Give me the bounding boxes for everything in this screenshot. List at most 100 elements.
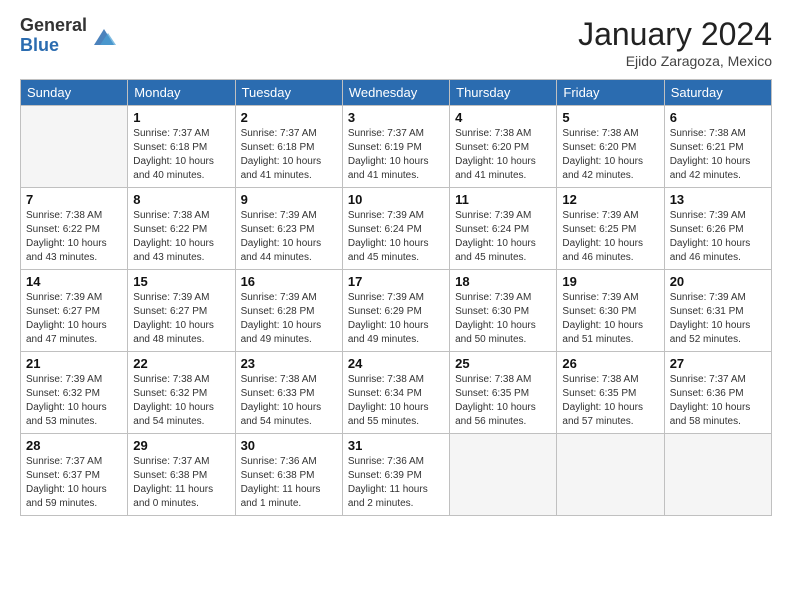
day-info: Sunrise: 7:39 AMSunset: 6:27 PMDaylight:… <box>26 291 122 347</box>
day-number: 12 <box>562 192 658 207</box>
day-info: Sunrise: 7:38 AMSunset: 6:20 PMDaylight:… <box>562 127 658 183</box>
calendar-cell <box>664 434 771 516</box>
day-info: Sunrise: 7:38 AMSunset: 6:22 PMDaylight:… <box>133 209 229 265</box>
day-info: Sunrise: 7:38 AMSunset: 6:35 PMDaylight:… <box>455 373 551 429</box>
day-number: 25 <box>455 356 551 371</box>
day-number: 30 <box>241 438 337 453</box>
weekday-header-saturday: Saturday <box>664 80 771 106</box>
day-number: 23 <box>241 356 337 371</box>
logo-icon <box>90 23 118 51</box>
calendar-cell: 19 Sunrise: 7:39 AMSunset: 6:30 PMDayligh… <box>557 270 664 352</box>
weekday-header-friday: Friday <box>557 80 664 106</box>
day-info: Sunrise: 7:37 AMSunset: 6:18 PMDaylight:… <box>241 127 337 183</box>
weekday-header-thursday: Thursday <box>450 80 557 106</box>
logo-blue-text: Blue <box>20 36 87 56</box>
day-info: Sunrise: 7:38 AMSunset: 6:20 PMDaylight:… <box>455 127 551 183</box>
calendar-cell: 29Sunrise: 7:37 AMSunset: 6:38 PMDayligh… <box>128 434 235 516</box>
calendar-cell: 20 Sunrise: 7:39 AMSunset: 6:31 PMDayligh… <box>664 270 771 352</box>
day-info: Sunrise: 7:38 AMSunset: 6:21 PMDaylight:… <box>670 127 766 183</box>
day-number: 10 <box>348 192 444 207</box>
calendar-cell: 30Sunrise: 7:36 AMSunset: 6:38 PMDayligh… <box>235 434 342 516</box>
day-info: Sunrise: 7:39 AMSunset: 6:30 PMDaylight:… <box>562 291 658 347</box>
day-info: Sunrise: 7:38 AMSunset: 6:35 PMDaylight:… <box>562 373 658 429</box>
day-number: 31 <box>348 438 444 453</box>
month-title: January 2024 <box>578 16 772 53</box>
calendar-cell <box>21 106 128 188</box>
day-number: 17 <box>348 274 444 289</box>
calendar-cell: 18 Sunrise: 7:39 AMSunset: 6:30 PMDayligh… <box>450 270 557 352</box>
calendar-cell: 26Sunrise: 7:38 AMSunset: 6:35 PMDayligh… <box>557 352 664 434</box>
calendar-cell: 11 Sunrise: 7:39 AMSunset: 6:24 PMDayligh… <box>450 188 557 270</box>
header: General Blue January 2024 Ejido Zaragoza… <box>20 16 772 69</box>
day-number: 24 <box>348 356 444 371</box>
calendar-table: SundayMondayTuesdayWednesdayThursdayFrid… <box>20 79 772 516</box>
calendar-cell: 3Sunrise: 7:37 AMSunset: 6:19 PMDaylight… <box>342 106 449 188</box>
day-number: 18 <box>455 274 551 289</box>
calendar-week-4: 21Sunrise: 7:39 AMSunset: 6:32 PMDayligh… <box>21 352 772 434</box>
logo: General Blue <box>20 16 118 56</box>
calendar-cell: 7Sunrise: 7:38 AMSunset: 6:22 PMDaylight… <box>21 188 128 270</box>
day-info: Sunrise: 7:37 AMSunset: 6:18 PMDaylight:… <box>133 127 229 183</box>
calendar-cell: 14 Sunrise: 7:39 AMSunset: 6:27 PMDayligh… <box>21 270 128 352</box>
day-info: Sunrise: 7:39 AMSunset: 6:29 PMDaylight:… <box>348 291 444 347</box>
calendar-cell: 31 Sunrise: 7:36 AMSunset: 6:39 PMDayligh… <box>342 434 449 516</box>
calendar-cell: 25 Sunrise: 7:38 AMSunset: 6:35 PMDayligh… <box>450 352 557 434</box>
day-info: Sunrise: 7:39 AMSunset: 6:30 PMDaylight:… <box>455 291 551 347</box>
day-info: Sunrise: 7:37 AMSunset: 6:36 PMDaylight:… <box>670 373 766 429</box>
day-number: 5 <box>562 110 658 125</box>
day-number: 9 <box>241 192 337 207</box>
day-number: 16 <box>241 274 337 289</box>
day-info: Sunrise: 7:38 AMSunset: 6:32 PMDaylight:… <box>133 373 229 429</box>
calendar-cell: 2 Sunrise: 7:37 AMSunset: 6:18 PMDaylight… <box>235 106 342 188</box>
day-number: 27 <box>670 356 766 371</box>
calendar-cell: 13Sunrise: 7:39 AMSunset: 6:26 PMDayligh… <box>664 188 771 270</box>
day-number: 8 <box>133 192 229 207</box>
day-info: Sunrise: 7:39 AMSunset: 6:24 PMDaylight:… <box>348 209 444 265</box>
weekday-header-tuesday: Tuesday <box>235 80 342 106</box>
day-number: 20 <box>670 274 766 289</box>
location: Ejido Zaragoza, Mexico <box>578 53 772 69</box>
day-info: Sunrise: 7:37 AMSunset: 6:38 PMDaylight:… <box>133 455 229 511</box>
calendar-cell: 12Sunrise: 7:39 AMSunset: 6:25 PMDayligh… <box>557 188 664 270</box>
title-block: January 2024 Ejido Zaragoza, Mexico <box>578 16 772 69</box>
day-info: Sunrise: 7:38 AMSunset: 6:34 PMDaylight:… <box>348 373 444 429</box>
day-info: Sunrise: 7:37 AMSunset: 6:19 PMDaylight:… <box>348 127 444 183</box>
day-number: 4 <box>455 110 551 125</box>
day-info: Sunrise: 7:39 AMSunset: 6:28 PMDaylight:… <box>241 291 337 347</box>
day-number: 15 <box>133 274 229 289</box>
calendar-week-2: 7 Sunrise: 7:38 AMSunset: 6:22 PMDaylight… <box>21 188 772 270</box>
day-info: Sunrise: 7:38 AMSunset: 6:33 PMDaylight:… <box>241 373 337 429</box>
day-number: 7 <box>26 192 122 207</box>
calendar-cell: 4 Sunrise: 7:38 AMSunset: 6:20 PMDaylight… <box>450 106 557 188</box>
day-number: 6 <box>670 110 766 125</box>
calendar-cell: 23 Sunrise: 7:38 AMSunset: 6:33 PMDayligh… <box>235 352 342 434</box>
calendar-cell <box>557 434 664 516</box>
day-number: 14 <box>26 274 122 289</box>
calendar-cell: 9Sunrise: 7:39 AMSunset: 6:23 PMDaylight… <box>235 188 342 270</box>
day-info: Sunrise: 7:39 AMSunset: 6:24 PMDaylight:… <box>455 209 551 265</box>
calendar-week-1: 1 Sunrise: 7:37 AMSunset: 6:18 PMDaylight… <box>21 106 772 188</box>
weekday-header-wednesday: Wednesday <box>342 80 449 106</box>
calendar-cell: 1 Sunrise: 7:37 AMSunset: 6:18 PMDaylight… <box>128 106 235 188</box>
calendar-cell: 28Sunrise: 7:37 AMSunset: 6:37 PMDayligh… <box>21 434 128 516</box>
weekday-header-monday: Monday <box>128 80 235 106</box>
day-info: Sunrise: 7:39 AMSunset: 6:31 PMDaylight:… <box>670 291 766 347</box>
day-info: Sunrise: 7:39 AMSunset: 6:26 PMDaylight:… <box>670 209 766 265</box>
calendar-cell: 6 Sunrise: 7:38 AMSunset: 6:21 PMDaylight… <box>664 106 771 188</box>
weekday-header-row: SundayMondayTuesdayWednesdayThursdayFrid… <box>21 80 772 106</box>
day-number: 19 <box>562 274 658 289</box>
day-info: Sunrise: 7:36 AMSunset: 6:39 PMDaylight:… <box>348 455 444 511</box>
day-info: Sunrise: 7:39 AMSunset: 6:27 PMDaylight:… <box>133 291 229 347</box>
logo-general-text: General <box>20 16 87 36</box>
day-number: 1 <box>133 110 229 125</box>
calendar-week-5: 28Sunrise: 7:37 AMSunset: 6:37 PMDayligh… <box>21 434 772 516</box>
page: General Blue January 2024 Ejido Zaragoza… <box>0 0 792 612</box>
calendar-cell: 22Sunrise: 7:38 AMSunset: 6:32 PMDayligh… <box>128 352 235 434</box>
calendar-cell: 15 Sunrise: 7:39 AMSunset: 6:27 PMDayligh… <box>128 270 235 352</box>
day-number: 11 <box>455 192 551 207</box>
day-info: Sunrise: 7:39 AMSunset: 6:32 PMDaylight:… <box>26 373 122 429</box>
calendar-week-3: 14 Sunrise: 7:39 AMSunset: 6:27 PMDayligh… <box>21 270 772 352</box>
calendar-cell: 8 Sunrise: 7:38 AMSunset: 6:22 PMDaylight… <box>128 188 235 270</box>
day-info: Sunrise: 7:37 AMSunset: 6:37 PMDaylight:… <box>26 455 122 511</box>
day-number: 2 <box>241 110 337 125</box>
